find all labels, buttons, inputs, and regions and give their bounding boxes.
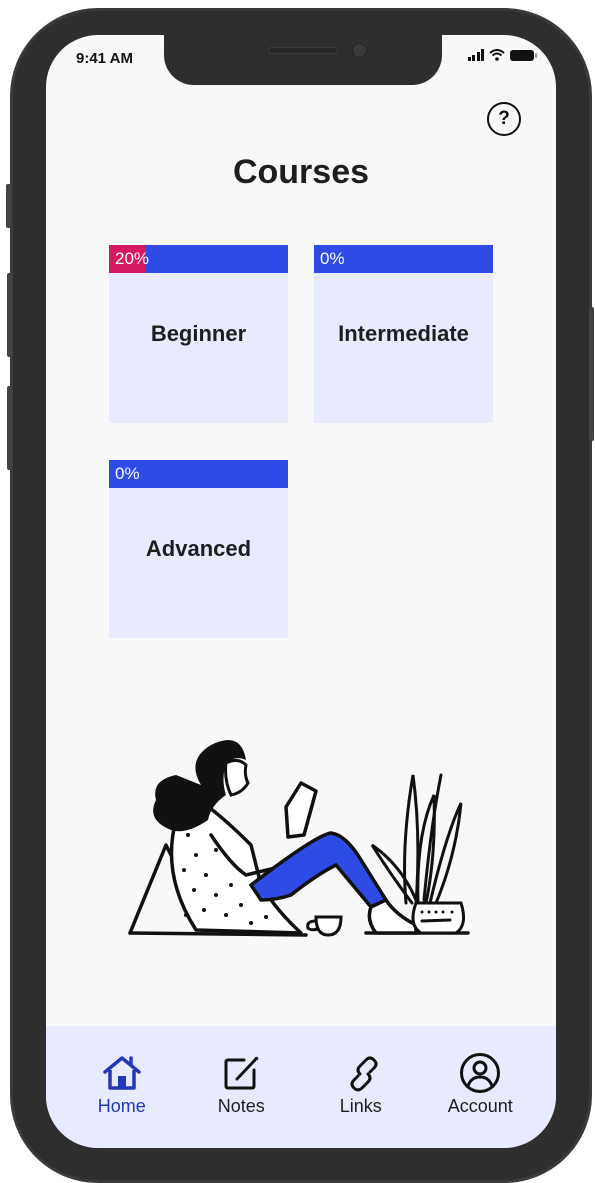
progress-label: 0% bbox=[320, 249, 345, 268]
progress-bar: 20% bbox=[109, 245, 288, 273]
volume-down-button bbox=[7, 386, 12, 470]
tab-notes[interactable]: Notes bbox=[186, 1026, 296, 1148]
account-icon bbox=[460, 1053, 501, 1093]
notch bbox=[164, 35, 442, 85]
power-button bbox=[589, 307, 594, 441]
course-name: Advanced bbox=[145, 536, 252, 561]
screen: 9:41 AM ? Courses 20% Beginner 0% Interm… bbox=[46, 35, 556, 1148]
camera bbox=[352, 43, 367, 58]
course-name: Beginner bbox=[150, 321, 247, 346]
progress-bar: 0% bbox=[314, 245, 493, 273]
help-icon: ? bbox=[498, 108, 510, 129]
progress-bar: 0% bbox=[109, 460, 288, 488]
bottom-tab-bar: Home Notes Links Account bbox=[46, 1026, 556, 1148]
home-icon bbox=[103, 1056, 141, 1090]
battery-icon bbox=[510, 49, 537, 61]
wifi-icon bbox=[489, 49, 505, 61]
signal-icon bbox=[467, 49, 484, 61]
help-button[interactable]: ? bbox=[487, 102, 521, 136]
link-icon bbox=[350, 1056, 378, 1092]
speaker bbox=[268, 47, 338, 54]
tab-links[interactable]: Links bbox=[306, 1026, 416, 1148]
tab-label: Account bbox=[447, 1096, 513, 1116]
volume-up-button bbox=[7, 273, 12, 357]
tab-label: Links bbox=[339, 1096, 382, 1116]
course-card-advanced[interactable]: 0% Advanced bbox=[109, 460, 288, 638]
course-name: Intermediate bbox=[338, 321, 469, 346]
status-time: 9:41 AM bbox=[76, 50, 133, 67]
course-card-beginner[interactable]: 20% Beginner bbox=[109, 245, 288, 423]
progress-label: 20% bbox=[115, 249, 150, 268]
status-icons bbox=[467, 49, 537, 61]
edit-icon bbox=[224, 1056, 259, 1090]
course-card-intermediate[interactable]: 0% Intermediate bbox=[314, 245, 493, 423]
tab-home[interactable]: Home bbox=[67, 1026, 177, 1148]
page-title: Courses bbox=[232, 153, 370, 191]
tab-label: Home bbox=[97, 1096, 146, 1116]
tab-account[interactable]: Account bbox=[425, 1026, 535, 1148]
reading-woman-illustration bbox=[128, 740, 470, 937]
tab-label: Notes bbox=[217, 1096, 265, 1116]
progress-label: 0% bbox=[115, 464, 140, 483]
silent-switch bbox=[6, 184, 11, 228]
